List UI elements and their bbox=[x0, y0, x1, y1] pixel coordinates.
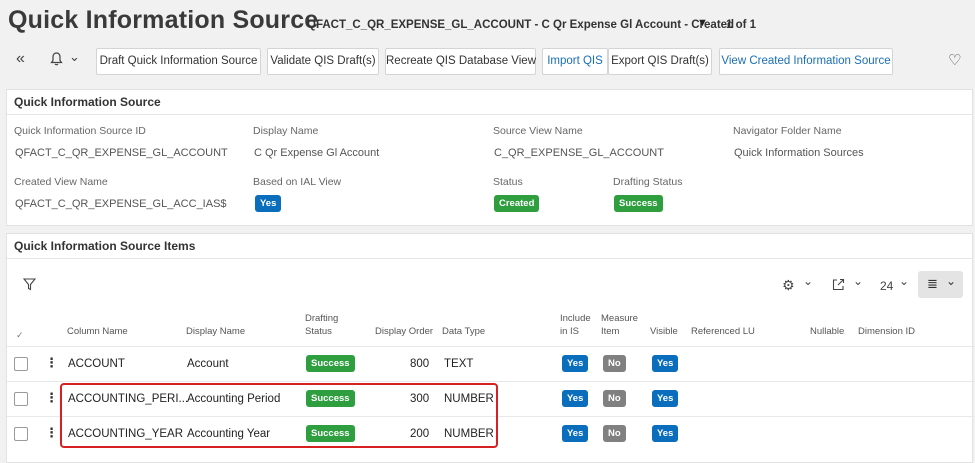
record-counter: 1 of 1 bbox=[726, 19, 757, 31]
page-title: Quick Information Source bbox=[8, 6, 319, 34]
column-header-referenced-lu[interactable]: Referenced LU bbox=[691, 326, 755, 338]
column-header-nullable[interactable]: Nullable bbox=[810, 326, 844, 338]
record-dropdown-icon[interactable]: ▼ bbox=[697, 17, 708, 29]
column-header-include-line2: in IS bbox=[560, 326, 580, 337]
select-all-icon[interactable]: ✓ bbox=[16, 329, 24, 341]
cell-visible-badge: Yes bbox=[652, 355, 679, 372]
items-card-heading: Quick Information Source Items bbox=[7, 234, 972, 259]
cell-column-name: ACCOUNTING_YEAR bbox=[68, 428, 184, 440]
display-name-value: C Qr Expense Gl Account bbox=[254, 147, 380, 159]
settings-gear-icon[interactable]: ⚙ bbox=[782, 277, 795, 294]
cell-display-name: Accounting Period bbox=[187, 393, 281, 405]
column-header-drafting-line2: Status bbox=[305, 326, 332, 337]
cell-display-name: Account bbox=[187, 358, 229, 370]
navigator-folder-label: Navigator Folder Name bbox=[733, 125, 842, 137]
based-on-ial-label: Based on IAL View bbox=[253, 176, 342, 188]
favorite-heart-icon[interactable]: ♡ bbox=[948, 51, 961, 69]
row-checkbox[interactable] bbox=[14, 427, 28, 441]
table-row[interactable]: ⋮ ACCOUNTING_PERI... Accounting Period S… bbox=[7, 381, 975, 416]
recreate-qis-database-view-button[interactable]: Recreate QIS Database View bbox=[385, 48, 536, 75]
cell-visible-badge: Yes bbox=[652, 425, 679, 442]
table-row[interactable]: ⋮ ACCOUNT Account Success 800 TEXT Yes N… bbox=[7, 346, 975, 381]
column-header-visible[interactable]: Visible bbox=[650, 326, 678, 338]
source-view-name-value: C_QR_EXPENSE_GL_ACCOUNT bbox=[494, 147, 664, 159]
command-toolbar: « ⌄ Draft Quick Information Source Valid… bbox=[0, 45, 975, 79]
cell-include-in-is-badge: Yes bbox=[562, 355, 589, 372]
cell-measure-item-badge: No bbox=[603, 355, 626, 372]
cell-data-type: TEXT bbox=[444, 358, 474, 370]
column-header-dimension-id[interactable]: Dimension ID bbox=[858, 326, 915, 338]
bell-icon[interactable] bbox=[50, 52, 63, 69]
column-header-data-type[interactable]: Data Type bbox=[442, 326, 485, 338]
export-qis-drafts-button[interactable]: Export QIS Draft(s) bbox=[608, 48, 712, 75]
list-view-icon: ≣ bbox=[927, 276, 938, 291]
chevron-down-icon[interactable]: ⌄ bbox=[69, 49, 80, 65]
page-size-value[interactable]: 24 bbox=[880, 279, 893, 293]
record-identifier: QFACT_C_QR_EXPENSE_GL_ACCOUNT - C Qr Exp… bbox=[307, 19, 735, 31]
cell-visible-badge: Yes bbox=[652, 390, 679, 407]
created-view-name-value: QFACT_C_QR_EXPENSE_GL_ACC_IAS$ bbox=[15, 198, 227, 210]
cell-display-name: Accounting Year bbox=[187, 428, 271, 440]
cell-column-name: ACCOUNT bbox=[68, 358, 125, 370]
row-checkbox[interactable] bbox=[14, 357, 28, 371]
status-badge: Created bbox=[494, 195, 540, 212]
title-bar: Quick Information Source QFACT_C_QR_EXPE… bbox=[0, 0, 975, 45]
column-header-include-line1: Include bbox=[560, 313, 591, 324]
column-header-drafting-status[interactable]: Drafting Status bbox=[305, 313, 338, 338]
based-on-ial-badge: Yes bbox=[255, 195, 282, 212]
source-view-name-label: Source View Name bbox=[493, 125, 583, 137]
row-checkbox[interactable] bbox=[14, 392, 28, 406]
column-header-display-name[interactable]: Display Name bbox=[186, 326, 245, 338]
settings-chevron-down-icon[interactable]: ⌄ bbox=[803, 274, 813, 288]
view-mode-chevron-down-icon: ⌄ bbox=[946, 274, 957, 288]
qis-id-value: QFACT_C_QR_EXPENSE_GL_ACCOUNT bbox=[15, 147, 228, 159]
column-header-measure-line2: Item bbox=[601, 326, 620, 337]
column-header-drafting-line1: Drafting bbox=[305, 313, 339, 324]
display-name-label: Display Name bbox=[253, 125, 319, 137]
filter-icon[interactable] bbox=[22, 278, 37, 294]
collapse-navigator-icon[interactable]: « bbox=[16, 50, 25, 68]
cell-include-in-is-badge: Yes bbox=[562, 390, 589, 407]
cell-drafting-status-badge: Success bbox=[306, 390, 355, 407]
status-label: Status bbox=[493, 176, 523, 188]
row-actions-kebab-icon[interactable]: ⋮ bbox=[45, 425, 58, 441]
column-header-measure-line1: Measure bbox=[601, 313, 638, 324]
cell-drafting-status-badge: Success bbox=[306, 355, 355, 372]
drafting-status-label: Drafting Status bbox=[613, 176, 683, 188]
drafting-status-badge: Success bbox=[614, 195, 663, 212]
draft-qis-button[interactable]: Draft Quick Information Source bbox=[96, 48, 261, 75]
column-header-column-name[interactable]: Column Name bbox=[67, 326, 128, 338]
cell-display-order: 800 bbox=[410, 358, 430, 370]
qis-details-card: Quick Information Source Quick Informati… bbox=[6, 89, 973, 226]
qis-id-label: Quick Information Source ID bbox=[14, 125, 146, 137]
export-chevron-down-icon[interactable]: ⌄ bbox=[853, 274, 863, 288]
page-size-chevron-down-icon[interactable]: ⌄ bbox=[899, 274, 909, 288]
navigator-folder-value: Quick Information Sources bbox=[734, 147, 864, 159]
view-mode-toggle[interactable]: ≣ ⌄ bbox=[918, 271, 963, 298]
column-header-measure-item[interactable]: Measure Item bbox=[601, 313, 638, 338]
view-created-information-source-button[interactable]: View Created Information Source bbox=[719, 48, 893, 75]
cell-display-order: 300 bbox=[410, 393, 430, 405]
column-header-display-order[interactable]: Display Order bbox=[375, 326, 433, 338]
import-qis-button[interactable]: Import QIS bbox=[542, 48, 608, 75]
cell-display-order: 200 bbox=[410, 428, 430, 440]
cell-column-name: ACCOUNTING_PERI... bbox=[68, 393, 189, 405]
export-icon[interactable] bbox=[832, 278, 845, 294]
row-actions-kebab-icon[interactable]: ⋮ bbox=[45, 390, 58, 406]
table-row[interactable]: ⋮ ACCOUNTING_YEAR Accounting Year Succes… bbox=[7, 416, 975, 451]
cell-data-type: NUMBER bbox=[444, 393, 494, 405]
cell-drafting-status-badge: Success bbox=[306, 425, 355, 442]
row-actions-kebab-icon[interactable]: ⋮ bbox=[45, 355, 58, 371]
cell-include-in-is-badge: Yes bbox=[562, 425, 589, 442]
cell-measure-item-badge: No bbox=[603, 425, 626, 442]
created-view-name-label: Created View Name bbox=[14, 176, 108, 188]
cell-measure-item-badge: No bbox=[603, 390, 626, 407]
validate-qis-drafts-button[interactable]: Validate QIS Draft(s) bbox=[267, 48, 379, 75]
qis-items-card: Quick Information Source Items ⚙ ⌄ ⌄ 24 … bbox=[6, 233, 975, 463]
cell-data-type: NUMBER bbox=[444, 428, 494, 440]
column-header-include-in-is[interactable]: Include in IS bbox=[560, 313, 591, 338]
details-card-heading: Quick Information Source bbox=[7, 90, 972, 115]
